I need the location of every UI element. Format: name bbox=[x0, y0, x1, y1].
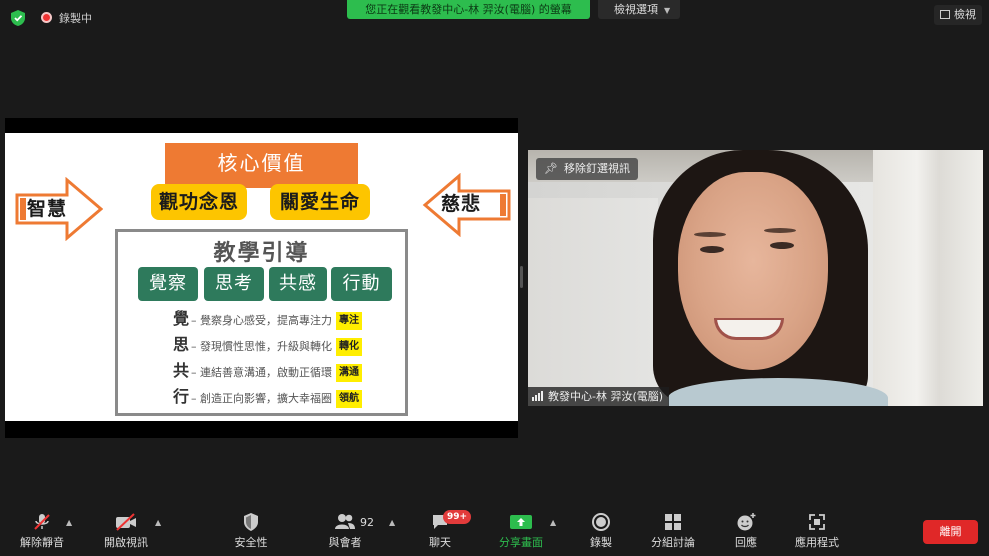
core-values-title: 核心價值 bbox=[165, 143, 358, 188]
participant-face bbox=[678, 172, 828, 370]
participant-brow bbox=[764, 228, 796, 233]
chevron-down-icon: ▼ bbox=[664, 6, 671, 15]
participant-eye bbox=[770, 242, 794, 249]
record-label: 錄製 bbox=[590, 536, 612, 549]
participants-label: 與會者 bbox=[328, 536, 362, 549]
security-label: 安全性 bbox=[234, 536, 268, 549]
shared-screen: 智慧 慈悲 核心價值 觀功念恩 關愛生命 教學引導 覺察 思考 共感 行動 覺 –… bbox=[5, 118, 518, 438]
microphone-muted-icon bbox=[34, 514, 50, 530]
teaching-guide-title: 教學引導 bbox=[213, 241, 310, 266]
participant-name: 教發中心-林 羿汝(電腦) bbox=[548, 390, 664, 403]
gallery-view-label: 檢視 bbox=[954, 8, 976, 21]
participant-name-tag: 教發中心-林 羿汝(電腦) bbox=[528, 387, 670, 406]
reactions-label: 回應 bbox=[735, 536, 757, 549]
row-text: – 創造正向影響，擴大幸福圈 bbox=[191, 392, 333, 405]
apps-icon bbox=[809, 514, 825, 530]
reactions-button[interactable]: 回應 bbox=[728, 512, 764, 550]
record-button[interactable]: 錄製 bbox=[582, 512, 620, 550]
meeting-security-shield-icon[interactable] bbox=[10, 9, 26, 27]
record-dot-icon bbox=[41, 12, 52, 23]
audio-options-caret[interactable]: ▲ bbox=[66, 518, 72, 527]
row-head: 思 bbox=[173, 335, 190, 354]
view-options-button[interactable]: 檢視選項 ▼ bbox=[598, 0, 681, 19]
value-gratitude: 觀功念恩 bbox=[151, 184, 247, 220]
signal-strength-icon bbox=[532, 388, 544, 406]
row-text: – 發現慣性思惟，升級與轉化 bbox=[191, 340, 333, 353]
row-text: – 連結善意溝通，啟動正循環 bbox=[191, 366, 333, 379]
presentation-slide: 智慧 慈悲 核心價值 觀功念恩 關愛生命 教學引導 覺察 思考 共感 行動 覺 –… bbox=[5, 133, 518, 421]
recording-status: 錄製中 bbox=[59, 12, 92, 25]
unpin-video-button[interactable]: 📌︎ 移除釘選視訊 bbox=[536, 158, 638, 180]
share-screen-icon bbox=[510, 515, 532, 529]
chat-label: 聊天 bbox=[429, 536, 451, 549]
participant-brow bbox=[694, 232, 726, 237]
share-screen-button[interactable]: 分享畫面 bbox=[495, 512, 547, 550]
guide-row: 共 – 連結善意溝通，啟動正循環 溝通 bbox=[173, 360, 363, 382]
start-video-button[interactable]: 開啟視訊 bbox=[100, 512, 152, 550]
start-video-label: 開啟視訊 bbox=[104, 536, 148, 549]
smiley-plus-icon bbox=[737, 513, 756, 531]
row-keyword: 領航 bbox=[336, 390, 363, 408]
apps-button[interactable]: 應用程式 bbox=[792, 512, 842, 550]
breakout-rooms-label: 分組討論 bbox=[651, 536, 695, 549]
gallery-view-button[interactable]: 檢視 bbox=[934, 5, 982, 25]
value-care-for-life: 關愛生命 bbox=[270, 184, 370, 220]
background-shelf bbox=[528, 198, 658, 398]
row-head: 覺 bbox=[173, 309, 190, 328]
video-options-caret[interactable]: ▲ bbox=[155, 518, 161, 527]
shield-icon bbox=[244, 513, 258, 531]
apps-label: 應用程式 bbox=[795, 536, 839, 549]
participants-options-caret[interactable]: ▲ bbox=[389, 518, 395, 527]
compassion-label: 慈悲 bbox=[441, 193, 482, 215]
unmute-label: 解除靜音 bbox=[20, 536, 64, 549]
guide-row: 行 – 創造正向影響，擴大幸福圈 領航 bbox=[173, 386, 363, 408]
row-text: – 覺察身心感受，提高專注力 bbox=[191, 314, 333, 327]
tag-thinking: 思考 bbox=[204, 267, 264, 301]
video-off-icon bbox=[116, 513, 136, 531]
participant-video-tile[interactable]: 📌︎ 移除釘選視訊 教發中心-林 羿汝(電腦) bbox=[528, 150, 983, 406]
chat-unread-badge: 99+ bbox=[443, 510, 472, 524]
row-keyword: 專注 bbox=[336, 312, 363, 330]
row-head: 共 bbox=[173, 361, 190, 380]
tag-action: 行動 bbox=[331, 267, 392, 301]
grid-icon bbox=[665, 514, 681, 530]
leave-meeting-button[interactable]: 離開 bbox=[923, 520, 978, 544]
people-icon bbox=[335, 514, 355, 529]
split-view-drag-handle[interactable] bbox=[520, 266, 523, 288]
guide-row: 覺 – 覺察身心感受，提高專注力 專注 bbox=[173, 308, 363, 330]
guide-row: 思 – 發現慣性思惟，升級與轉化 轉化 bbox=[173, 334, 363, 356]
tag-empathy: 共感 bbox=[269, 267, 327, 301]
unmute-button[interactable]: 解除靜音 bbox=[16, 512, 68, 550]
record-icon bbox=[592, 513, 610, 531]
teaching-guide-box: 教學引導 覺察 思考 共感 行動 覺 – 覺察身心感受，提高專注力 專注 思 – 發現… bbox=[115, 229, 408, 416]
row-keyword: 轉化 bbox=[336, 338, 363, 356]
share-screen-label: 分享畫面 bbox=[499, 536, 543, 549]
wisdom-label: 智慧 bbox=[27, 198, 68, 220]
view-options-label: 檢視選項 bbox=[614, 3, 658, 16]
pin-icon: 📌︎ bbox=[544, 162, 558, 175]
viewing-screen-banner: 您正在觀看教發中心-林 羿汝(電腦) 的螢幕 bbox=[347, 0, 590, 19]
unpin-video-label: 移除釘選視訊 bbox=[563, 162, 630, 175]
share-options-caret[interactable]: ▲ bbox=[550, 518, 556, 527]
participant-smile bbox=[714, 318, 784, 340]
background-curtain bbox=[873, 150, 983, 406]
row-head: 行 bbox=[173, 387, 190, 406]
participant-eye bbox=[700, 246, 724, 253]
security-button[interactable]: 安全性 bbox=[226, 512, 276, 550]
participants-count: 92 bbox=[360, 516, 374, 529]
row-keyword: 溝通 bbox=[336, 364, 363, 382]
tag-awareness: 覺察 bbox=[138, 267, 198, 301]
breakout-rooms-button[interactable]: 分組討論 bbox=[648, 512, 698, 550]
view-layout-icon bbox=[940, 10, 950, 19]
